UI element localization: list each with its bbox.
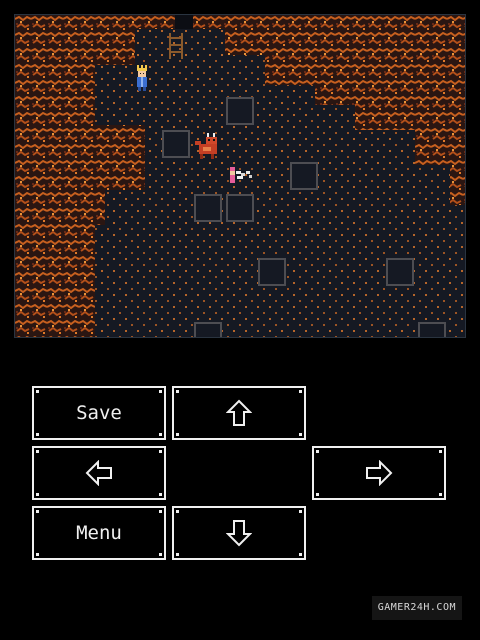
corner-deco (159, 493, 162, 496)
corner-deco (36, 450, 39, 453)
site-watermark: GAMER24H.COM (371, 596, 462, 620)
corner-deco (159, 390, 162, 393)
corner-deco (159, 510, 162, 513)
move-down-button[interactable] (172, 506, 306, 560)
arrow-up-icon (226, 399, 252, 426)
corner-deco (36, 493, 39, 496)
move-left-button[interactable] (32, 446, 166, 500)
corner-deco (159, 433, 162, 436)
cave-map (15, 15, 465, 337)
corner-deco (439, 450, 442, 453)
move-up-button[interactable] (172, 386, 306, 440)
corner-deco (159, 450, 162, 453)
corner-deco (439, 493, 442, 496)
move-right-button[interactable] (312, 446, 446, 500)
corner-deco (299, 433, 302, 436)
corner-deco (36, 510, 39, 513)
corner-deco (176, 433, 179, 436)
menu-button-label: Menu (76, 522, 122, 544)
save-button[interactable]: Save (32, 386, 166, 440)
game-map-viewport[interactable] (14, 14, 466, 338)
game-screen: Save Menu GAMER24H.COM (0, 0, 480, 640)
corner-deco (176, 390, 179, 393)
corner-deco (176, 553, 179, 556)
corner-deco (299, 510, 302, 513)
arrow-right-icon (366, 460, 393, 486)
arrow-left-icon (85, 460, 112, 486)
corner-deco (36, 553, 39, 556)
save-button-label: Save (76, 402, 122, 424)
corner-deco (176, 510, 179, 513)
menu-button[interactable]: Menu (32, 506, 166, 560)
corner-deco (36, 433, 39, 436)
corner-deco (316, 493, 319, 496)
corner-deco (159, 553, 162, 556)
arrow-down-icon (226, 520, 252, 547)
corner-deco (316, 450, 319, 453)
corner-deco (299, 553, 302, 556)
corner-deco (299, 390, 302, 393)
corner-deco (36, 390, 39, 393)
